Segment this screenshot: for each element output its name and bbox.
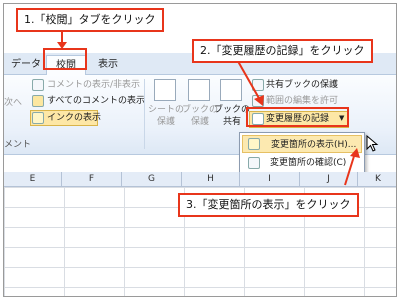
callout-step-2: 2.「変更履歴の記録」をクリック bbox=[192, 39, 373, 63]
callout-step-3: 3.「変更箇所の表示」をクリック bbox=[178, 193, 359, 217]
callout-step-1: 1.「校閲」タブをクリック bbox=[16, 8, 164, 32]
